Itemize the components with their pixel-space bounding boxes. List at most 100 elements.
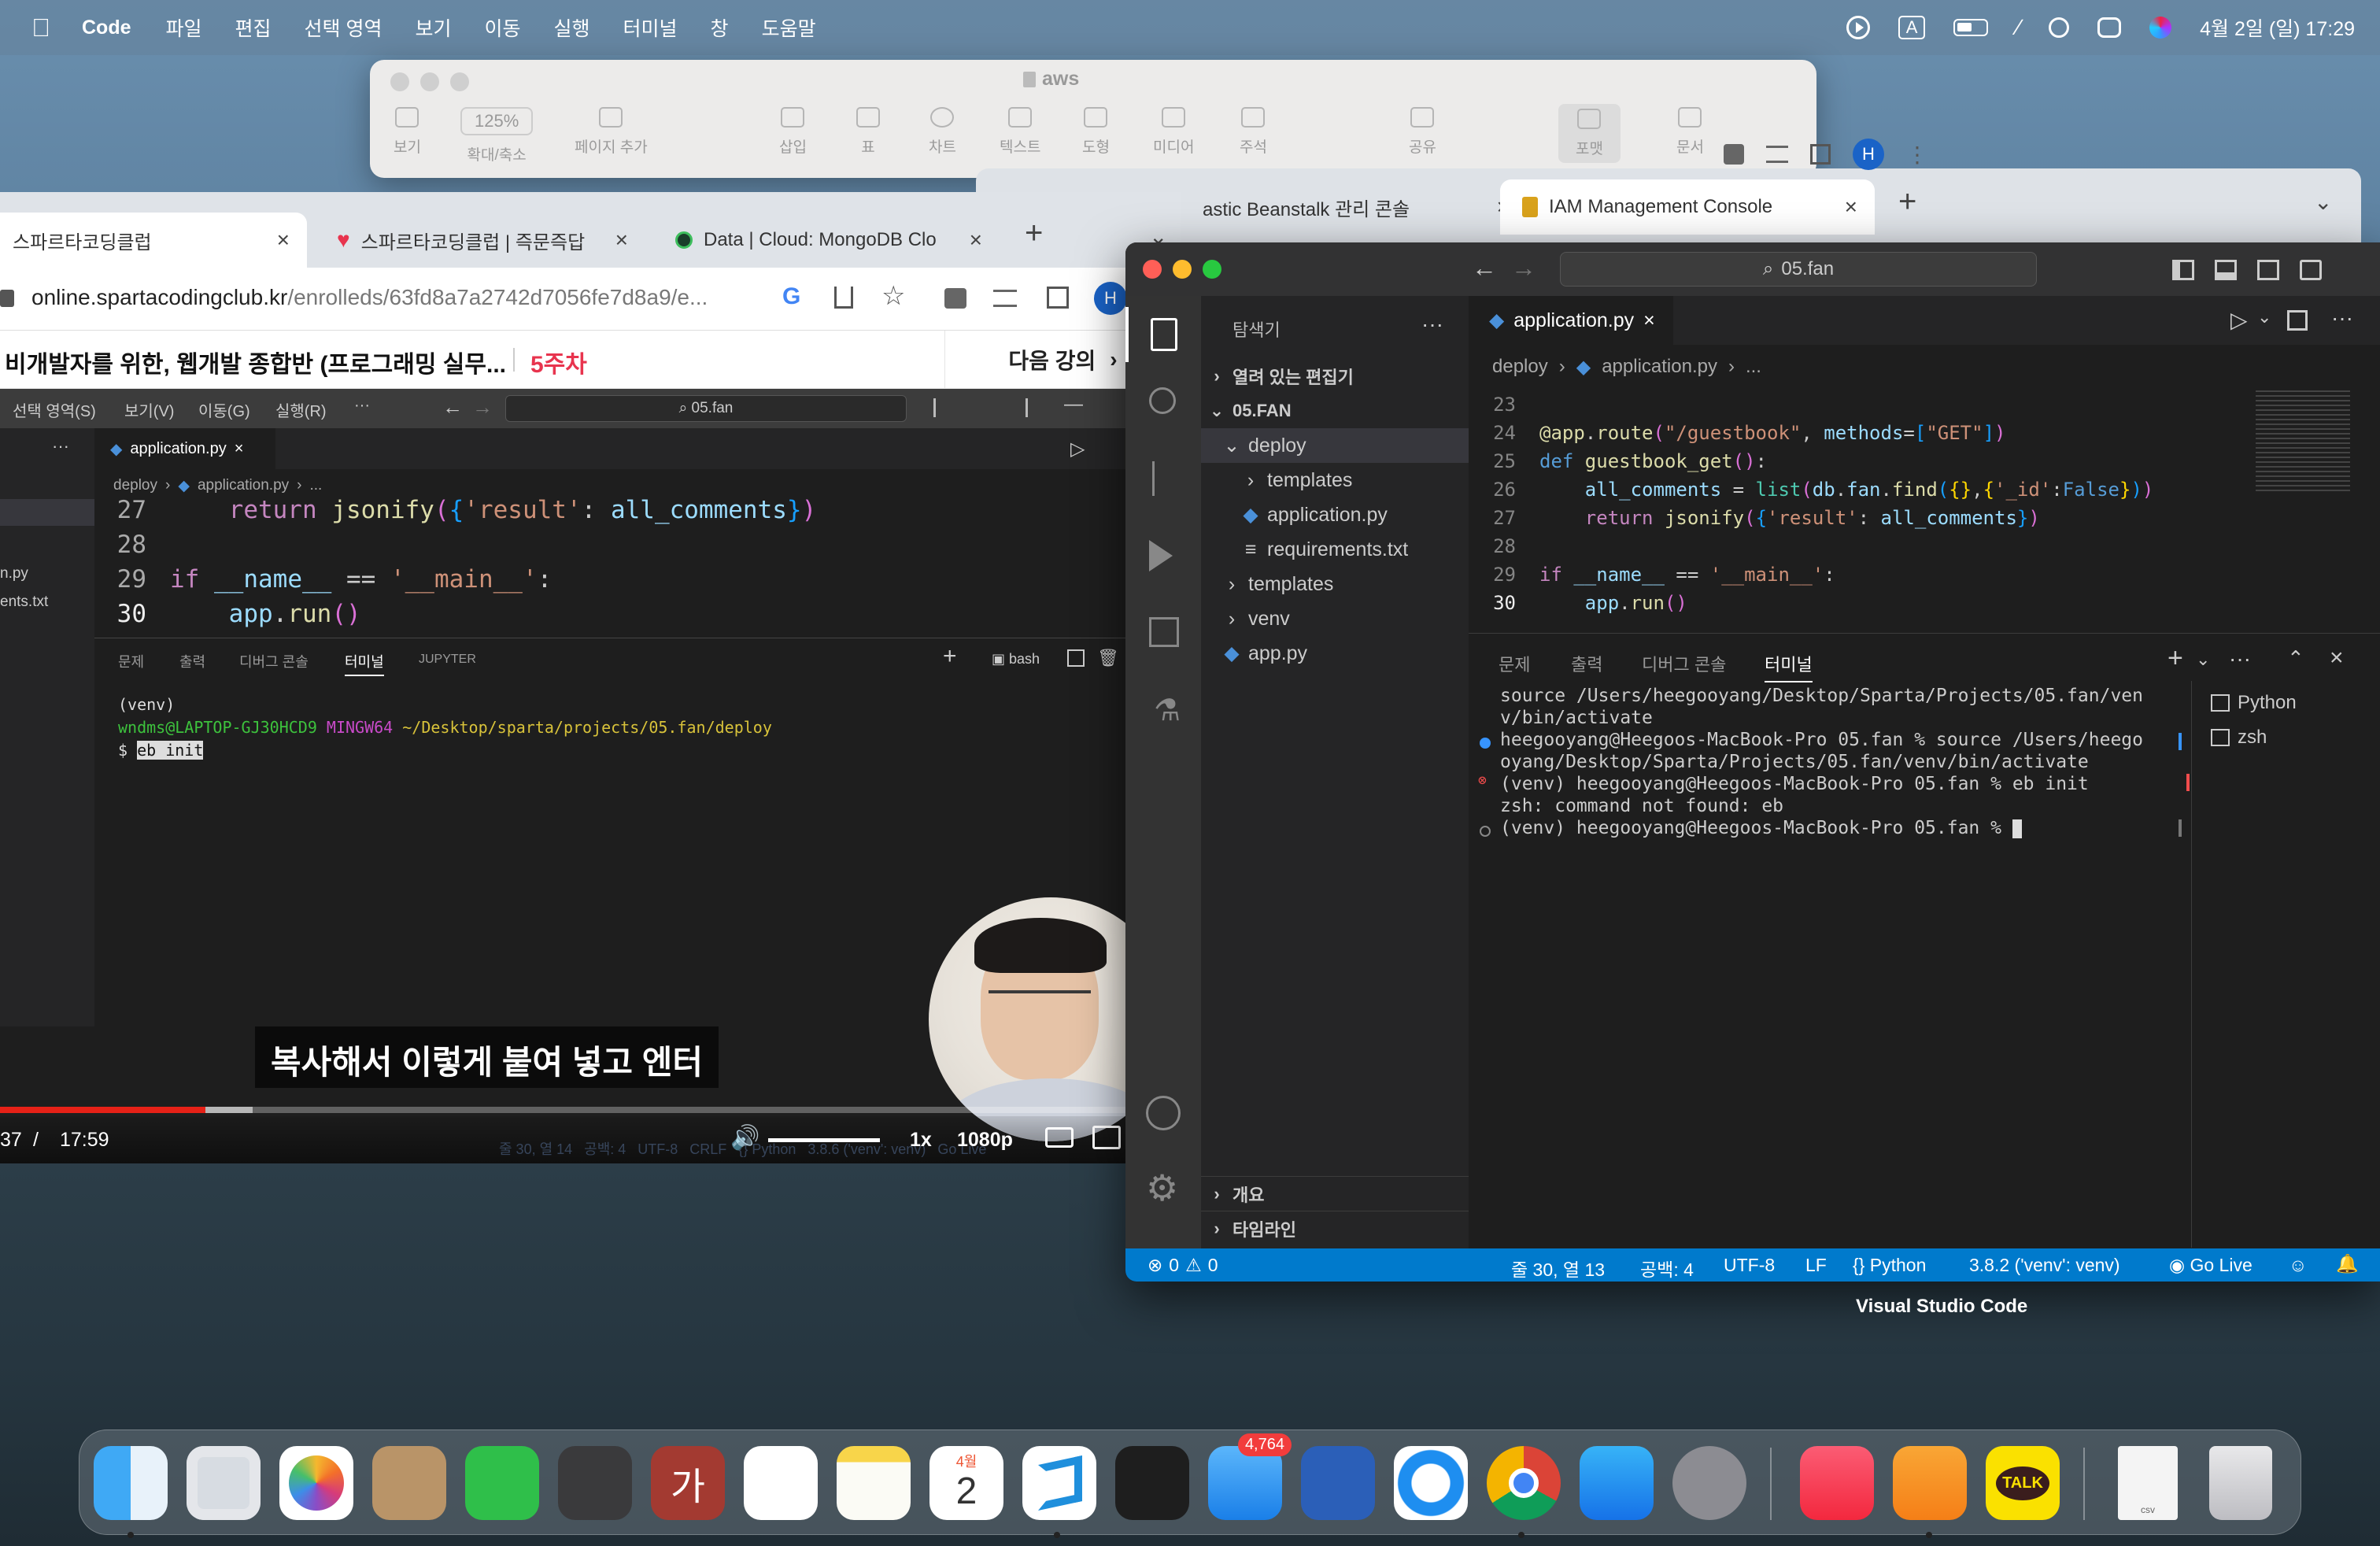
sidepanel-icon[interactable] [1047, 287, 1069, 309]
python-interpreter[interactable]: 3.8.2 ('venv': venv) [1969, 1255, 2120, 1276]
chevron-down-icon[interactable]: ⌄ [2257, 307, 2271, 327]
feedback-icon[interactable]: ☺ [2289, 1255, 2307, 1276]
menu-help[interactable]: 도움말 [762, 13, 816, 42]
menu-file[interactable]: 파일 [166, 13, 202, 42]
numbers-icon[interactable] [465, 1446, 539, 1520]
back-icon[interactable]: ← [1472, 253, 1497, 283]
command-center-search[interactable]: ⌕ 05.fan [1560, 252, 2037, 287]
csv-file-icon[interactable]: csv [2118, 1446, 2178, 1520]
panel-tab-output[interactable]: 출력 [1571, 651, 1602, 676]
video-progress-track[interactable] [0, 1107, 1130, 1113]
notes-icon[interactable] [837, 1446, 911, 1520]
finder-icon[interactable] [94, 1446, 168, 1520]
pages-media-button[interactable]: 미디어 [1153, 107, 1194, 157]
more-actions-icon[interactable]: ··· [2331, 305, 2353, 331]
outline-section[interactable]: › 개요 [1201, 1176, 1469, 1211]
pages-insert-button[interactable]: 삽입 [779, 107, 807, 157]
profile-avatar[interactable]: H [1094, 282, 1127, 315]
breadcrumb-item[interactable]: ... [1746, 356, 1761, 379]
notifications-bell-icon[interactable]: 🔔 [2336, 1253, 2359, 1274]
menu-run[interactable]: 실행 [554, 13, 590, 42]
tab-elastic-beanstalk[interactable]: astic Beanstalk 관리 콘솔× [1181, 179, 1527, 235]
control-center-icon[interactable] [2097, 17, 2122, 38]
pages-icon[interactable] [1893, 1446, 1967, 1520]
window-minimize-button[interactable] [1173, 260, 1192, 279]
window-close-button[interactable] [390, 72, 409, 91]
address-bar[interactable]: online.spartacodingclub.kr/enrolleds/63f… [31, 285, 708, 310]
panel-tab-debug-console[interactable]: 디버그 콘솔 [1642, 651, 1726, 676]
search-icon[interactable] [1149, 387, 1176, 414]
calculator-icon[interactable] [558, 1446, 632, 1520]
tab-application-py[interactable]: ◆ application.py × [1469, 296, 1673, 345]
volume-icon[interactable]: 🔊 [730, 1124, 759, 1152]
close-icon[interactable]: × [1643, 309, 1655, 332]
breadcrumb-item[interactable]: deploy [1492, 356, 1548, 379]
pages-zoom-control[interactable]: 125% 확대/축소 [460, 107, 534, 165]
kakaotalk-icon[interactable]: TALK [1986, 1446, 2060, 1520]
explorer-item[interactable]: › templates [1201, 463, 1469, 497]
wifi-off-icon[interactable]: ∕ [2016, 15, 2020, 40]
customize-layout-icon[interactable] [2300, 260, 2322, 280]
close-icon[interactable]: × [970, 227, 982, 253]
settings-gear-icon[interactable]: ⚙ [1146, 1167, 1178, 1209]
new-terminal-icon[interactable]: + [2168, 643, 2183, 674]
chevron-down-icon[interactable]: ⌄ [2196, 649, 2210, 670]
media-icon[interactable] [993, 290, 1017, 307]
source-control-icon[interactable] [1152, 461, 1173, 496]
launchpad-icon[interactable] [187, 1446, 261, 1520]
problems-status[interactable]: ⊗ 0 ⚠ 0 [1148, 1255, 1218, 1276]
encoding[interactable]: UTF-8 [1724, 1255, 1775, 1276]
volume-slider[interactable] [768, 1138, 880, 1142]
minimap[interactable] [2256, 390, 2350, 493]
quality-button[interactable]: 1080p [957, 1129, 1013, 1152]
lecture-video-player[interactable]: 선택 영역(S) 보기(V) 이동(G) 실행(R) ··· ← → ⌕ 05.… [0, 389, 1130, 1163]
extensions-icon[interactable] [944, 288, 966, 309]
close-panel-icon[interactable]: × [2330, 645, 2344, 671]
pages-add-page-button[interactable]: 페이지 추가 [575, 107, 648, 157]
menubar-clock[interactable]: 4월 2일 (일) 17:29 [2200, 13, 2355, 42]
terminal-list-item-zsh[interactable]: zsh [2211, 727, 2267, 749]
maximize-panel-icon[interactable]: ⌃ [2287, 646, 2304, 671]
menu-window[interactable]: 창 [711, 13, 729, 42]
chrome-icon[interactable] [1487, 1446, 1561, 1520]
code-editor[interactable]: 23 24 @app. route("/guestbook", methods =["… [1469, 390, 2256, 658]
accounts-icon[interactable] [1146, 1096, 1181, 1130]
breadcrumb-item[interactable]: application.py [1602, 356, 1717, 379]
explorer-item[interactable]: › templates [1201, 567, 1469, 601]
playback-speed-button[interactable]: 1x [910, 1129, 932, 1152]
menu-go[interactable]: 이동 [485, 13, 521, 42]
indentation[interactable]: 공백: 4 [1640, 1255, 1694, 1282]
vscode-icon[interactable] [1022, 1446, 1096, 1520]
run-debug-icon[interactable] [1149, 540, 1173, 571]
google-icon[interactable]: G [782, 283, 800, 310]
menu-view[interactable]: 보기 [415, 13, 451, 42]
lock-icon[interactable] [0, 290, 14, 307]
forward-icon[interactable]: → [1511, 253, 1536, 283]
window-zoom-button[interactable] [1203, 260, 1221, 279]
testing-icon[interactable]: ⚗ [1154, 693, 1181, 728]
pages-comment-button[interactable]: 주석 [1240, 107, 1267, 157]
bookmark-star-icon[interactable]: ☆ [881, 280, 905, 312]
run-python-icon[interactable]: ▷ [2230, 307, 2248, 333]
system-settings-icon[interactable] [1672, 1446, 1746, 1520]
panel-tab-problems[interactable]: 문제 [1499, 651, 1530, 676]
close-icon[interactable]: × [1845, 194, 1857, 220]
new-tab-icon[interactable]: + [1898, 184, 1916, 220]
pages-chart-button[interactable]: 차트 [929, 107, 956, 157]
share-icon[interactable] [834, 287, 853, 309]
window-close-button[interactable] [1143, 260, 1162, 279]
input-source-indicator[interactable]: A [1898, 16, 1926, 39]
menu-edit[interactable]: 편집 [235, 13, 272, 42]
menu-selection[interactable]: 선택 영역 [305, 13, 382, 42]
safari-icon[interactable] [1394, 1446, 1468, 1520]
media-icon[interactable] [1766, 146, 1788, 163]
window-minimize-button[interactable] [420, 72, 439, 91]
app-store-icon[interactable] [1580, 1446, 1654, 1520]
pages-share-button[interactable]: 공유 [1409, 107, 1436, 157]
extensions-icon[interactable] [1149, 617, 1179, 647]
new-tab-icon[interactable]: + [1025, 216, 1043, 251]
trash-icon[interactable] [2209, 1446, 2272, 1520]
dictionary-icon[interactable]: 가 [651, 1446, 725, 1520]
split-editor-icon[interactable] [2287, 310, 2308, 331]
music-icon[interactable] [1800, 1446, 1874, 1520]
